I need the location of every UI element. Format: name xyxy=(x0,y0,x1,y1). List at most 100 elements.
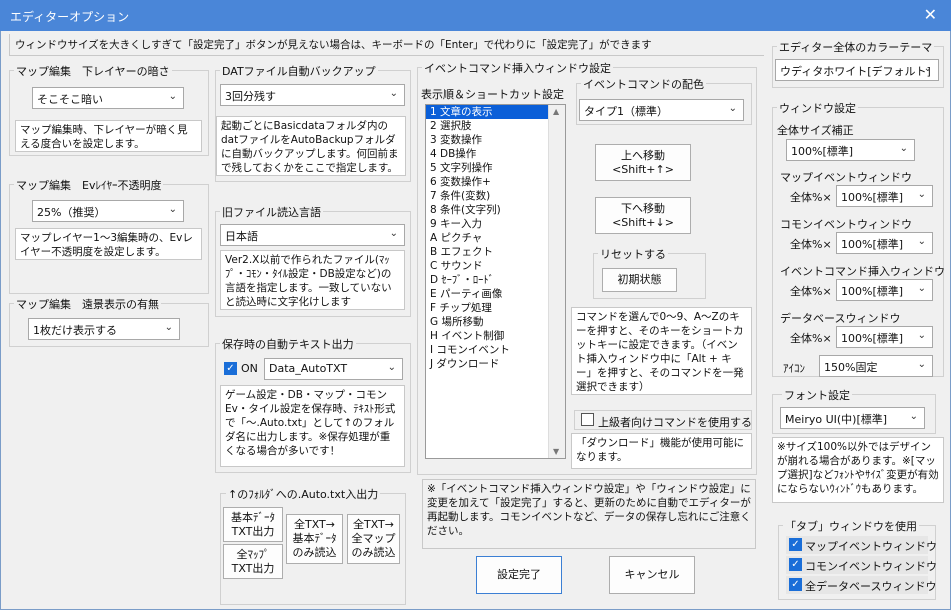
chevron-down-icon: ⌄ xyxy=(389,88,398,99)
overall-size-select[interactable]: 100%[標準] ⌄ xyxy=(786,139,915,161)
common-event-size-select[interactable]: 100%[標準] ⌄ xyxy=(836,232,933,254)
command-list-item[interactable]: 7 条件(変数) xyxy=(426,189,565,203)
command-list-item[interactable]: I コモンイベント xyxy=(426,343,565,357)
map-darkness-desc: マップ編集時、下レイヤーが暗く見える度合いを設定します。 xyxy=(15,120,202,152)
command-list-item[interactable]: 9 キー入力 xyxy=(426,217,565,231)
all-txt-map-load-button[interactable]: 全TXT→ 全マップ のみ読込 xyxy=(347,514,400,564)
chevron-down-icon: ⌄ xyxy=(168,204,177,215)
ev-opacity-value: 25%（推奨） xyxy=(37,206,106,219)
font-desc: ※サイズ100%以外ではデザインが崩れる場合があります。※[マップ選択]などﾌｫ… xyxy=(772,437,944,503)
btn-line: 上へ移動 xyxy=(621,148,665,162)
database-pct-label: 全体%× xyxy=(790,332,832,345)
map-event-size-value: 100%[標準] xyxy=(841,191,904,204)
command-list-item[interactable]: 1 文章の表示 xyxy=(426,105,565,119)
overall-size-label: 全体サイズ補正 xyxy=(777,124,854,137)
distant-view-select[interactable]: 1枚だけ表示する ⌄ xyxy=(28,318,180,340)
old-lang-value: 日本語 xyxy=(225,230,258,243)
chevron-down-icon: ⌄ xyxy=(899,143,908,154)
ok-button[interactable]: 設定完了 xyxy=(476,556,562,594)
btn-line: 初期状態 xyxy=(617,273,662,286)
old-lang-label: 旧ファイル読込言語 xyxy=(220,204,323,220)
command-list-item[interactable]: 6 変数操作+ xyxy=(426,175,565,189)
scroll-up-icon[interactable]: ▲ xyxy=(553,107,559,116)
move-down-button[interactable]: 下へ移動 <Shift+↓> xyxy=(595,197,691,234)
distant-view-value: 1枚だけ表示する xyxy=(33,324,117,337)
title-bar: エディターオプション ✕ xyxy=(0,0,951,31)
close-icon[interactable]: ✕ xyxy=(924,5,937,24)
chevron-down-icon: ⌄ xyxy=(168,91,177,102)
command-list-item[interactable]: F チップ処理 xyxy=(426,301,565,315)
command-list-item[interactable]: H イベント制御 xyxy=(426,329,565,343)
dat-backup-label: DATファイル自動バックアップ xyxy=(220,63,378,79)
command-list-item[interactable]: 8 条件(文字列) xyxy=(426,203,565,217)
ev-opacity-label: マップ編集 Evﾚｲﾔｰ不透明度 xyxy=(14,177,164,193)
scroll-down-icon[interactable]: ▼ xyxy=(553,447,559,456)
database-size-select[interactable]: 100%[標準] ⌄ xyxy=(836,326,933,348)
command-list-item[interactable]: J ダウンロード xyxy=(426,357,565,371)
reset-default-button[interactable]: 初期状態 xyxy=(602,268,677,292)
command-list[interactable]: 1 文章の表示 2 選択肢 3 変数操作 4 DB操作 5 文字列操作 6 変数操作+ 7 … xyxy=(425,104,566,459)
auto-txt-io-label: ↑のﾌｫﾙﾀﾞへの.Auto.txt入出力 xyxy=(226,486,381,502)
theme-select[interactable]: ウディタホワイト[デフォルト] ⌄ xyxy=(775,59,939,81)
color-scheme-select[interactable]: タイプ1（標準） ⌄ xyxy=(579,99,744,121)
command-list-item[interactable]: G 場所移動 xyxy=(426,315,565,329)
enter-notice: ウィンドウサイズを大きくしすぎて「設定完了」ボタンが見えない場合は、キーボードの… xyxy=(15,39,652,51)
advanced-command-checkbox[interactable] xyxy=(581,413,594,426)
command-list-item[interactable]: 4 DB操作 xyxy=(426,147,565,161)
database-window-label: データベースウィンドウ xyxy=(780,312,901,325)
btn-line: のみ読込 xyxy=(351,546,396,559)
tab-map-event-checkbox[interactable]: ✓ xyxy=(789,538,802,551)
tab-database-checkbox[interactable]: ✓ xyxy=(789,578,802,591)
command-list-item[interactable]: 5 文字列操作 xyxy=(426,161,565,175)
advanced-desc: 「ダウンロード」機能が使用可能になります。 xyxy=(571,433,752,469)
ev-opacity-select[interactable]: 25%（推奨） ⌄ xyxy=(32,200,184,222)
chevron-down-icon: ⌄ xyxy=(923,63,932,74)
chevron-down-icon: ⌄ xyxy=(164,322,173,333)
chevron-down-icon: ⌄ xyxy=(728,103,737,114)
window-settings-label: ウィンドウ設定 xyxy=(777,100,858,116)
theme-value: ウディタホワイト[デフォルト] xyxy=(780,65,931,78)
all-map-txt-output-button[interactable]: 全ﾏｯﾌﾟ TXT出力 xyxy=(223,544,283,579)
command-list-item[interactable]: E パーティ画像 xyxy=(426,287,565,301)
chevron-down-icon: ⌄ xyxy=(917,283,926,294)
command-list-item[interactable]: 2 選択肢 xyxy=(426,119,565,133)
color-scheme-label: イベントコマンドの配色 xyxy=(581,76,706,92)
command-list-scrollbar[interactable]: ▲ ▼ xyxy=(548,105,565,458)
tab-common-event-checkbox[interactable]: ✓ xyxy=(789,558,802,571)
map-darkness-value: そこそこ暗い xyxy=(37,93,103,106)
basic-data-txt-output-button[interactable]: 基本ﾃﾞｰﾀ TXT出力 xyxy=(223,507,283,542)
btn-line: 全TXT→ xyxy=(353,518,394,531)
btn-line: 設定完了 xyxy=(497,568,541,581)
theme-label: エディター全体のカラーテーマ xyxy=(777,39,935,55)
command-list-item[interactable]: C サウンド xyxy=(426,259,565,273)
database-size-value: 100%[標準] xyxy=(841,332,904,345)
btn-line: TXT出力 xyxy=(231,561,275,575)
command-list-item[interactable]: B エフェクト xyxy=(426,245,565,259)
cancel-button[interactable]: キャンセル xyxy=(609,556,695,594)
move-up-button[interactable]: 上へ移動 <Shift+↑> xyxy=(595,144,691,181)
auto-text-checkbox[interactable]: ✓ xyxy=(224,362,237,375)
event-insert-size-select[interactable]: 100%[標準] ⌄ xyxy=(836,279,933,301)
font-select[interactable]: Meiryo UI(中)[標準] ⌄ xyxy=(780,407,925,429)
tab-common-event-label: コモンイベントウィンドウ xyxy=(805,560,937,573)
all-txt-basic-load-button[interactable]: 全TXT→ 基本ﾃﾞｰﾀ のみ読込 xyxy=(286,514,343,564)
command-list-item[interactable]: A ピクチャ xyxy=(426,231,565,245)
font-value: Meiryo UI(中)[標準] xyxy=(785,413,888,426)
command-list-item[interactable]: D ｾｰﾌﾞ・ﾛｰﾄﾞ xyxy=(426,273,565,287)
command-list-item[interactable]: 3 変数操作 xyxy=(426,133,565,147)
old-lang-select[interactable]: 日本語 ⌄ xyxy=(220,224,405,246)
dialog-body: ウィンドウサイズを大きくしすぎて「設定完了」ボタンが見えない場合は、キーボードの… xyxy=(0,31,951,610)
dat-backup-select[interactable]: 3回分残す ⌄ xyxy=(220,84,405,106)
btn-line: 全マップ xyxy=(351,532,396,545)
event-insert-window-label: イベントコマンド挿入ウィンドウ xyxy=(780,265,945,278)
btn-line: <Shift+↑> xyxy=(612,162,674,176)
icon-size-select[interactable]: 150%固定 ⌄ xyxy=(819,355,933,377)
auto-text-folder-value: Data_AutoTXT xyxy=(269,362,348,375)
map-event-size-select[interactable]: 100%[標準] ⌄ xyxy=(836,185,933,207)
auto-text-folder-select[interactable]: Data_AutoTXT ⌄ xyxy=(264,358,403,380)
common-event-size-value: 100%[標準] xyxy=(841,238,904,251)
distant-view-label: マップ編集 遠景表示の有無 xyxy=(14,296,161,312)
icon-size-value: 150%固定 xyxy=(824,361,878,374)
reset-label: リセットする xyxy=(598,246,668,262)
map-darkness-select[interactable]: そこそこ暗い ⌄ xyxy=(32,87,184,109)
